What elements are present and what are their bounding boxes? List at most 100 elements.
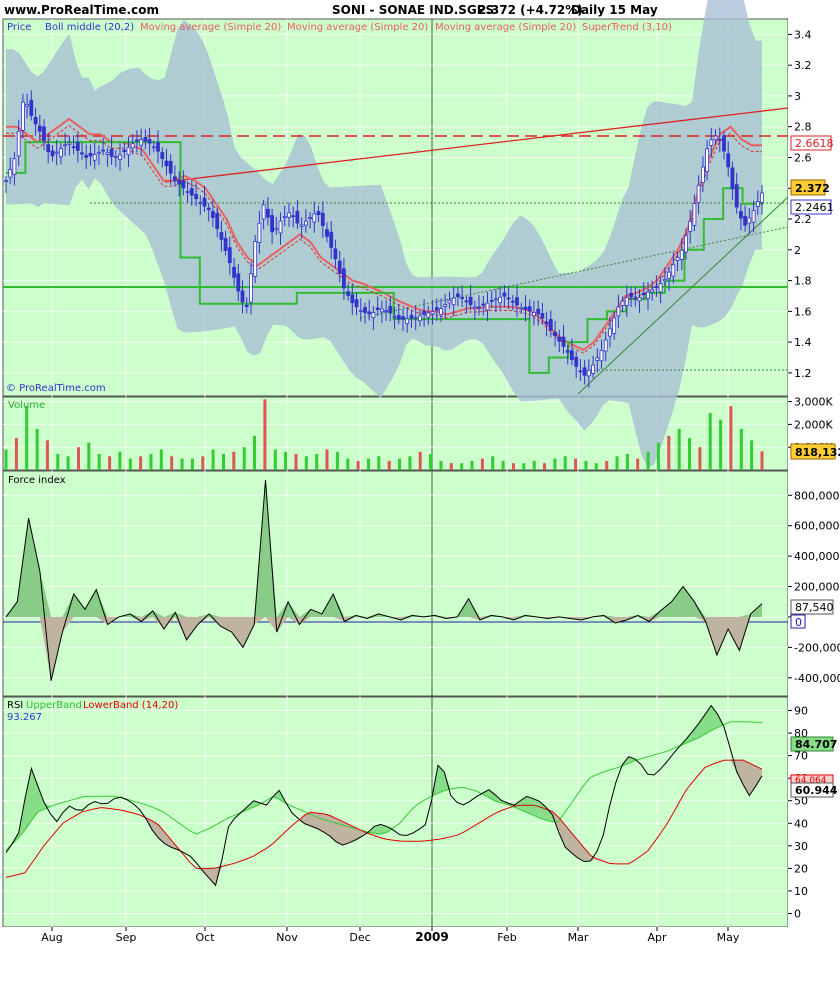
volume-bar: [584, 460, 588, 470]
candle-body: [565, 350, 570, 353]
candle-body: [434, 307, 439, 311]
candle-body: [451, 297, 456, 306]
price-legend: Price Boll middle (20,2) Moving average …: [7, 22, 672, 33]
rsi-panel: [2, 696, 789, 928]
candle-body: [109, 148, 114, 157]
volume-bar: [750, 440, 754, 470]
candle-body: [654, 286, 659, 289]
y-tick-label: 2.2: [794, 213, 812, 226]
tag-rsi-upper-text: 84.707: [795, 738, 837, 751]
candle-body: [210, 211, 215, 218]
candle-body: [392, 316, 397, 319]
legend-ma-2: Moving average (Simple 20): [287, 22, 428, 33]
candle-body: [608, 328, 612, 337]
candle-body: [405, 318, 410, 324]
volume-bar: [491, 456, 495, 470]
volume-bar: [636, 458, 640, 470]
candle-body: [25, 104, 30, 107]
volume-bar: [719, 419, 723, 470]
candle-body: [510, 300, 515, 303]
candle-body: [291, 215, 296, 218]
candle-body: [67, 142, 72, 145]
volume-bar: [688, 438, 691, 470]
candle-body: [4, 180, 8, 183]
volume-bar: [532, 460, 536, 470]
legend-supertrend: SuperTrend (3,10): [582, 22, 672, 33]
volume-bar: [522, 463, 526, 470]
candle-body: [417, 315, 422, 322]
candle-body: [430, 311, 435, 315]
volume-bar: [563, 456, 567, 470]
candle-body: [709, 139, 714, 146]
candle-body: [185, 191, 190, 193]
candle-body: [384, 310, 389, 313]
volume-bar: [87, 442, 91, 470]
candle-body: [624, 297, 629, 306]
candle-body: [688, 220, 693, 232]
candle-body: [477, 306, 481, 309]
candle-body: [71, 146, 76, 149]
x-tick-label: Sep: [116, 931, 137, 944]
candle-body: [139, 139, 144, 146]
candle-body: [33, 116, 38, 125]
legend-boll: Boll middle (20,2): [45, 22, 134, 33]
candle-body: [570, 350, 574, 360]
volume-bar: [656, 442, 660, 470]
candle-body: [147, 139, 152, 144]
volume-bar: [284, 451, 288, 471]
volume-bar: [190, 458, 194, 470]
x-tick-label: Aug: [41, 931, 62, 944]
volume-bar: [625, 454, 629, 470]
y-tick-label: 200,000: [794, 581, 840, 594]
candle-body: [308, 217, 313, 220]
volume-bar: [66, 456, 70, 470]
candle-body: [160, 152, 165, 159]
volume-bar: [605, 460, 609, 470]
volume-bar: [325, 449, 329, 470]
volume-bar: [543, 463, 546, 470]
candle-body: [278, 220, 283, 234]
volume-bar: [377, 456, 381, 470]
candle-body: [734, 184, 739, 208]
volume-bar: [615, 456, 619, 470]
candle-body: [489, 299, 494, 302]
watermark: © ProRealTime.com: [6, 383, 106, 394]
y-tick-label: 90: [794, 705, 808, 718]
candle-body: [663, 278, 667, 282]
volume-bar: [512, 463, 515, 470]
candle-body: [519, 307, 524, 310]
y-tick-label: 10: [794, 885, 808, 898]
candle-body: [261, 204, 266, 220]
candle-body: [265, 208, 270, 218]
candle-body: [337, 260, 342, 274]
candle-body: [743, 215, 747, 226]
candle-body: [401, 316, 405, 320]
candle-body: [637, 297, 642, 302]
candle-body: [206, 207, 211, 211]
candle-body: [92, 154, 97, 161]
tag-volume-text: 818,132: [795, 446, 840, 459]
volume-bar: [35, 428, 39, 470]
tag-rsi-text: 60.944: [795, 784, 838, 797]
candle-body: [202, 197, 207, 207]
candle-body: [156, 142, 160, 152]
candle-body: [553, 331, 557, 337]
volume-bar: [449, 463, 453, 470]
volume-bar: [45, 440, 49, 470]
volume-bar: [367, 458, 370, 470]
x-tick-label: Feb: [497, 931, 516, 944]
y-tick-label: 2.6: [794, 152, 812, 165]
volume-bar: [470, 460, 474, 470]
candle-body: [88, 152, 93, 157]
candle-body: [548, 319, 553, 331]
candle-body: [105, 152, 110, 156]
y-tick-label: -200,000: [794, 641, 840, 654]
candle-body: [443, 304, 448, 308]
candle-body: [713, 135, 718, 141]
candle-body: [540, 313, 545, 319]
candle-body: [172, 176, 177, 181]
candle-body: [80, 152, 84, 155]
candle-body: [244, 304, 249, 308]
volume-bar: [480, 458, 484, 470]
candle-body: [130, 143, 135, 149]
